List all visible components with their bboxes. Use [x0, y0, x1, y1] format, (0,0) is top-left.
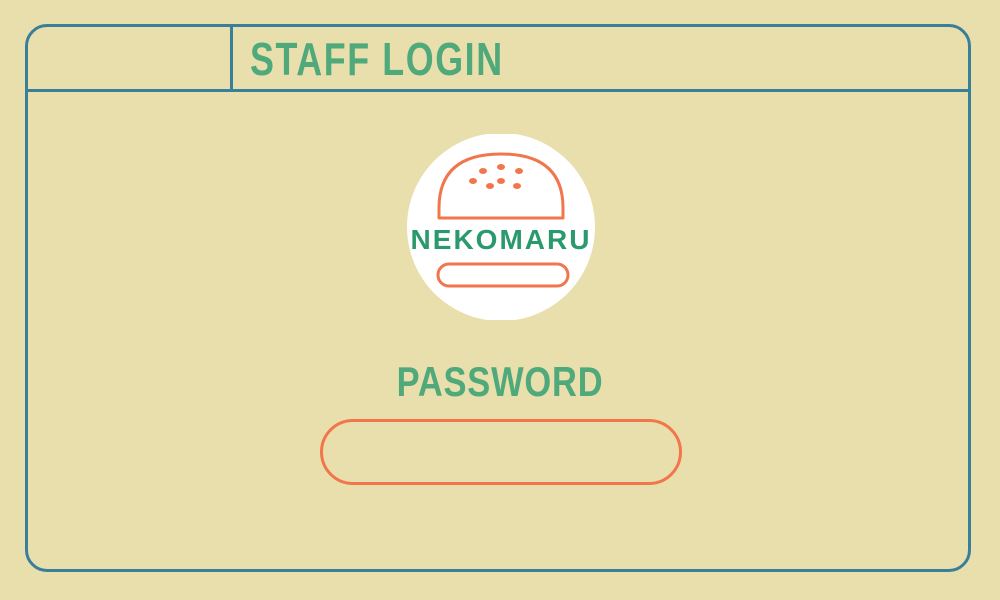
- header-left-panel: [28, 27, 233, 89]
- brand-logo: NEKOMARU: [405, 134, 597, 320]
- page-title: STAFF LOGIN: [250, 33, 504, 85]
- brand-name: NEKOMARU: [410, 224, 592, 255]
- header-bar: STAFF LOGIN: [28, 27, 968, 92]
- password-input[interactable]: [320, 419, 682, 485]
- password-label: PASSWORD: [396, 358, 604, 405]
